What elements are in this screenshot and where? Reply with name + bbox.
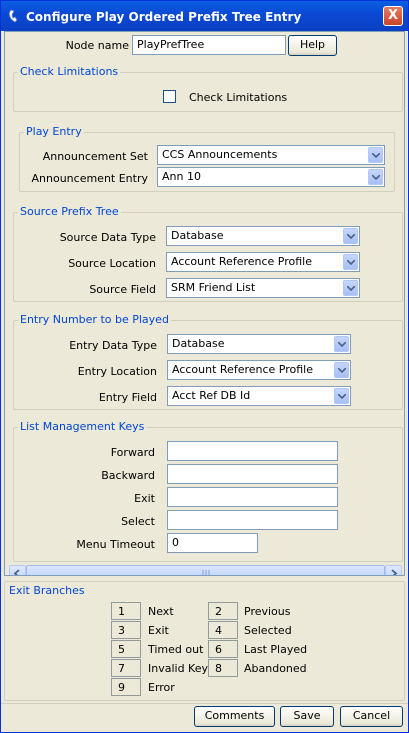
scroll-left-button[interactable] [9, 565, 26, 575]
exit-branches-group: Exit Branches 1 Next 2 Previous 3 Exit 4… [4, 581, 405, 701]
backward-label: Backward [101, 469, 155, 482]
exit-branch-label: Invalid Key [148, 662, 209, 675]
entry-field-select[interactable]: Acct Ref DB Id [167, 386, 351, 406]
announcement-set-select[interactable]: CCS Announcements [157, 145, 385, 165]
horizontal-scrollbar[interactable] [9, 565, 402, 575]
forward-label: Forward [110, 446, 155, 459]
exit-branch-label: Error [148, 681, 175, 694]
list-management-keys-group: List Management Keys Forward Backward Ex… [13, 420, 403, 562]
chevron-down-icon[interactable] [334, 388, 349, 404]
exit-branch-number[interactable]: 5 [111, 640, 141, 658]
announcement-set-label: Announcement Set [42, 150, 148, 163]
exit-branch-label: Exit [148, 624, 169, 637]
exit-branch-label: Selected [244, 624, 292, 637]
source-prefix-tree-group: Source Prefix Tree Source Data Type Data… [13, 205, 403, 302]
chevron-down-icon[interactable] [343, 280, 358, 296]
entry-data-type-value: Database [172, 337, 225, 350]
exit-branch-label: Abandoned [244, 662, 307, 675]
exit-branches-legend: Exit Branches [7, 584, 87, 597]
exit-branch-label: Last Played [244, 643, 308, 656]
source-data-type-label: Source Data Type [59, 231, 156, 244]
scroll-right-button[interactable] [385, 565, 402, 575]
chevron-down-icon[interactable] [368, 169, 383, 185]
chevron-down-icon[interactable] [334, 336, 349, 352]
source-location-label: Source Location [68, 257, 156, 270]
announcement-entry-select[interactable]: Ann 10 [157, 167, 385, 187]
source-location-select[interactable]: Account Reference Profile [166, 252, 360, 272]
source-data-type-value: Database [171, 229, 224, 242]
announcement-set-value: CCS Announcements [162, 148, 278, 161]
list-management-keys-legend: List Management Keys [18, 420, 147, 433]
entry-field-value: Acct Ref DB Id [172, 389, 251, 402]
exit-branch-number[interactable]: 7 [111, 659, 141, 677]
entry-location-value: Account Reference Profile [172, 363, 314, 376]
entry-number-group: Entry Number to be Played Entry Data Typ… [13, 313, 403, 410]
exit-branch-number[interactable]: 2 [208, 602, 238, 620]
exit-branch-number[interactable]: 3 [111, 621, 141, 639]
node-name-input[interactable]: PlayPrefTree [132, 35, 286, 55]
forward-input[interactable] [167, 441, 338, 461]
comments-button[interactable]: Comments [194, 706, 275, 727]
exit-branch-number[interactable]: 6 [208, 640, 238, 658]
entry-data-type-select[interactable]: Database [167, 334, 351, 354]
chevron-down-icon[interactable] [343, 254, 358, 270]
cancel-button[interactable]: Cancel [340, 706, 403, 727]
source-prefix-tree-legend: Source Prefix Tree [18, 205, 121, 218]
entry-field-label: Entry Field [98, 391, 157, 404]
chevron-down-icon[interactable] [334, 362, 349, 378]
chevron-left-icon [13, 569, 20, 575]
select-key-label: Select [121, 515, 155, 528]
source-data-type-select[interactable]: Database [166, 226, 360, 246]
title-bar[interactable]: Configure Play Ordered Prefix Tree Entry… [1, 1, 408, 31]
source-field-select[interactable]: SRM Friend List [166, 278, 360, 298]
announcement-entry-label: Announcement Entry [31, 172, 149, 185]
menu-timeout-input[interactable]: 0 [167, 533, 258, 553]
help-button[interactable]: Help [288, 35, 337, 56]
check-limitations-group: Check Limitations Check Limitations [13, 65, 403, 112]
chevron-down-icon[interactable] [343, 228, 358, 244]
scroll-content: Node name PlayPrefTree Help Check Limita… [4, 31, 405, 576]
announcement-entry-value: Ann 10 [162, 170, 201, 183]
source-location-value: Account Reference Profile [171, 255, 313, 268]
exit-key-label: Exit [134, 492, 155, 505]
exit-branch-number[interactable]: 8 [208, 659, 238, 677]
entry-location-select[interactable]: Account Reference Profile [167, 360, 351, 380]
exit-key-input[interactable] [167, 487, 338, 507]
save-button[interactable]: Save [280, 706, 334, 727]
close-button[interactable]: X [383, 6, 403, 26]
select-key-input[interactable] [167, 510, 338, 530]
exit-branch-label: Timed out [148, 643, 204, 656]
entry-location-label: Entry Location [77, 365, 157, 378]
exit-branch-number[interactable]: 1 [111, 602, 141, 620]
entry-data-type-label: Entry Data Type [69, 339, 157, 352]
node-name-label: Node name [65, 39, 129, 52]
exit-branch-label: Previous [244, 605, 291, 618]
chevron-right-icon [391, 569, 398, 575]
menu-timeout-label: Menu Timeout [76, 538, 155, 551]
check-limitations-legend: Check Limitations [18, 65, 121, 78]
exit-branch-number[interactable]: 9 [111, 678, 141, 696]
chevron-down-icon[interactable] [368, 147, 383, 163]
source-field-value: SRM Friend List [171, 281, 256, 294]
grip-icon [202, 570, 210, 575]
play-entry-legend: Play Entry [24, 125, 84, 138]
play-entry-group: Play Entry Announcement Set CCS Announce… [19, 125, 395, 192]
scrollbar-thumb[interactable] [26, 565, 385, 575]
backward-input[interactable] [167, 464, 338, 484]
check-limitations-checkbox-label: Check Limitations [189, 91, 288, 104]
window-title: Configure Play Ordered Prefix Tree Entry [26, 10, 302, 24]
footer-divider [1, 703, 408, 704]
source-field-label: Source Field [89, 283, 156, 296]
exit-branch-number[interactable]: 4 [208, 621, 238, 639]
entry-number-legend: Entry Number to be Played [18, 313, 171, 326]
phone-handset-icon [8, 9, 18, 23]
exit-branch-label: Next [148, 605, 174, 618]
check-limitations-checkbox[interactable] [163, 90, 176, 103]
dialog-window: Configure Play Ordered Prefix Tree Entry… [0, 0, 409, 733]
